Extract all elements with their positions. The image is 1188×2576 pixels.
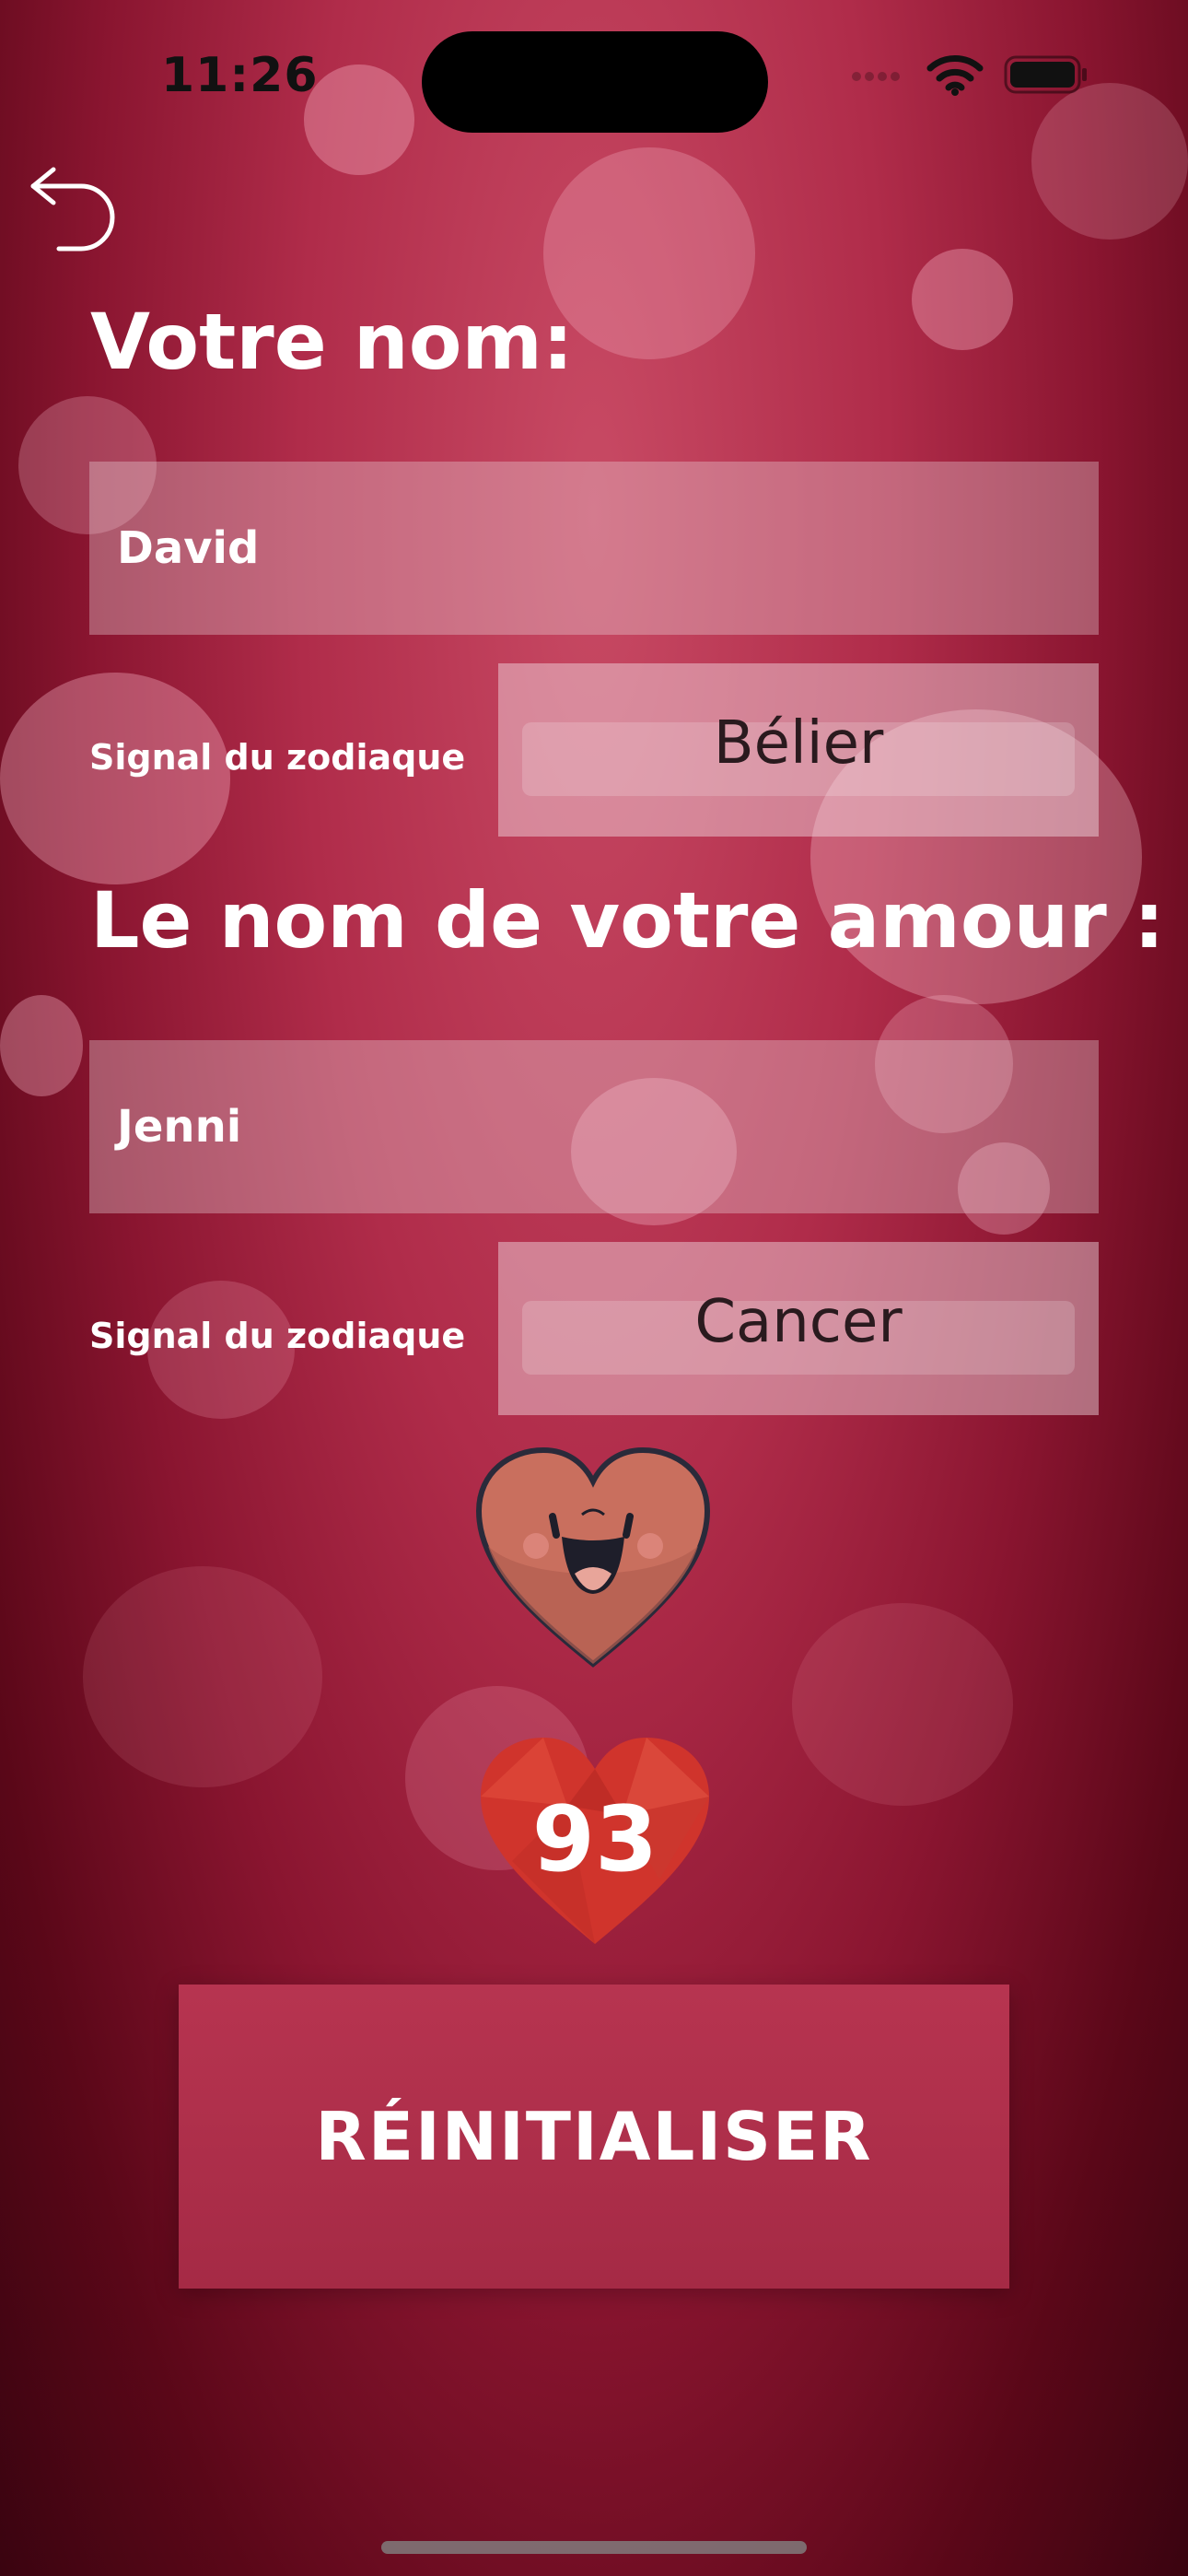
love-zodiac-picker[interactable]: Cancer	[498, 1242, 1099, 1415]
status-time: 11:26	[161, 48, 319, 103]
wifi-icon	[926, 53, 984, 100]
love-name-heading: Le nom de votre amour :	[90, 875, 1165, 966]
love-zodiac-label: Signal du zodiaque	[89, 1316, 466, 1356]
your-name-heading: Votre nom:	[90, 297, 574, 387]
undo-arrow-icon	[30, 167, 115, 252]
love-zodiac-selected: Cancer	[694, 1288, 903, 1356]
smiling-heart-icon	[472, 1445, 715, 1675]
dynamic-island	[422, 31, 768, 133]
battery-icon	[1004, 54, 1089, 99]
compatibility-score: 93	[531, 1787, 658, 1892]
cellular-signal-icon	[851, 65, 906, 88]
your-zodiac-selected: Bélier	[713, 709, 884, 778]
home-indicator[interactable]	[381, 2541, 807, 2554]
your-name-input[interactable]: David	[89, 462, 1099, 635]
back-button[interactable]	[24, 166, 116, 258]
reset-button[interactable]: RÉINITIALISER	[179, 1985, 1009, 2289]
your-zodiac-label: Signal du zodiaque	[89, 737, 466, 778]
love-name-input[interactable]: Jenni	[89, 1040, 1099, 1213]
your-zodiac-picker[interactable]: Bélier	[498, 663, 1099, 837]
status-icons	[851, 53, 1089, 100]
